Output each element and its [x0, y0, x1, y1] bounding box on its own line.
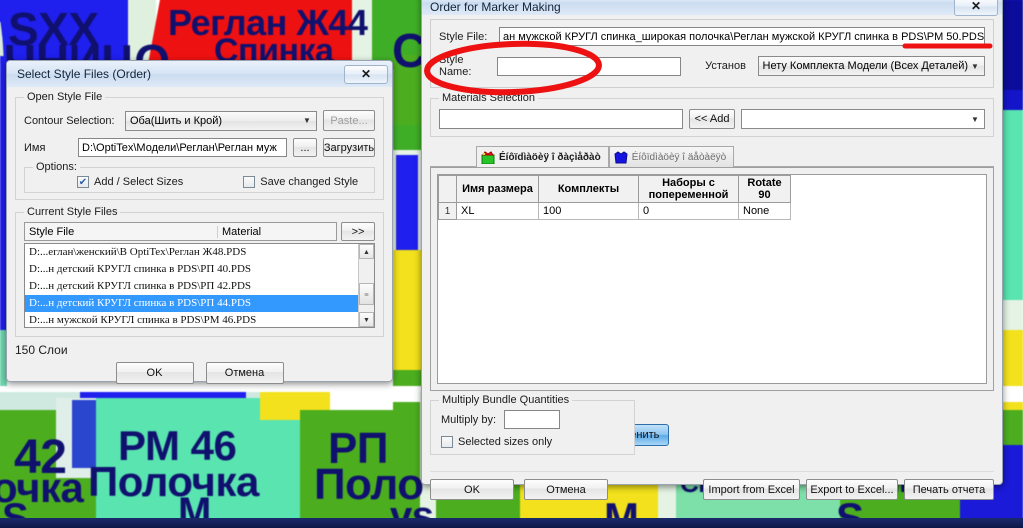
- open-style-file-caption: Open Style File: [24, 91, 106, 103]
- tab-parts-info-label: Éíôïdìàöèÿ î äåòàëÿò: [631, 151, 727, 163]
- chevron-down-icon: ▼: [971, 61, 979, 71]
- selected-sizes-only-checkbox[interactable]: Selected sizes only: [441, 436, 624, 448]
- column-material: Material: [222, 225, 262, 238]
- print-report-button[interactable]: Печать отчета: [904, 479, 994, 500]
- materials-selection-caption: Materials Selection: [439, 92, 538, 104]
- left-cancel-button[interactable]: Отмена: [205, 362, 284, 384]
- col-alternating: Наборы с попеременной: [638, 175, 739, 203]
- cell-alternating[interactable]: 0: [638, 202, 739, 220]
- left-dialog-titlebar[interactable]: Select Style Files (Order) ✕: [7, 61, 392, 87]
- current-style-files-group: Current Style Files Style File Material …: [15, 206, 384, 337]
- expand-button[interactable]: >>: [341, 222, 375, 241]
- save-changed-style-checkbox[interactable]: Save changed Style: [243, 176, 358, 188]
- parts-icon: [614, 150, 628, 164]
- load-button[interactable]: Загрузить: [323, 138, 375, 157]
- left-ok-button[interactable]: OK: [115, 362, 194, 384]
- right-cancel-button[interactable]: Отмена: [524, 479, 608, 500]
- list-item[interactable]: D:...н детский КРУГЛ спинка в PDS\РП 44.…: [25, 295, 374, 312]
- style-info-panel: Style File: ан мужской КРУГЛ спинка_широ…: [430, 19, 994, 88]
- close-icon[interactable]: ✕: [344, 64, 388, 84]
- options-group: Options: ✔ Add / Select Sizes Save chang…: [24, 161, 375, 193]
- open-style-file-group: Open Style File Contour Selection: Оба(Ш…: [15, 91, 384, 200]
- chevron-down-icon: ▼: [303, 116, 311, 125]
- import-from-excel-button[interactable]: Import from Excel: [703, 479, 800, 500]
- save-changed-style-label: Save changed Style: [260, 176, 359, 188]
- scroll-down-icon[interactable]: ▼: [359, 312, 374, 327]
- list-item[interactable]: D:...еглан\женский\B OptiTex\Реглан Ж48.…: [25, 244, 374, 261]
- tab-sizes-info-label: Éíôïdìàöèÿ î ðàçìåðàò: [499, 151, 601, 163]
- scroll-up-icon[interactable]: ▲: [359, 244, 374, 259]
- list-item[interactable]: D:...н мужской КРУГЛ спинка в PDS\РМ 46.…: [25, 312, 374, 327]
- style-name-label: Style Name:: [439, 54, 472, 78]
- add-select-sizes-label: Add / Select Sizes: [94, 176, 184, 188]
- style-name-input[interactable]: [497, 56, 682, 76]
- taskbar: [0, 518, 1023, 528]
- sizes-icon: [481, 150, 495, 164]
- tab-sizes-info[interactable]: Éíôïdìàöèÿ î ðàçìåðàò: [476, 146, 609, 167]
- style-path-input[interactable]: D:\OptiTex\Модели\Реглан\Реглан муж: [78, 138, 287, 157]
- sizes-grid[interactable]: Имя размера Комплекты Наборы с поперемен…: [437, 174, 987, 384]
- pattern-label: Полочка: [88, 458, 259, 505]
- browse-button[interactable]: ...: [293, 138, 317, 157]
- layers-count: 150 Слои: [15, 343, 68, 357]
- checkbox-unchecked-icon: [243, 176, 256, 188]
- style-files-listbox[interactable]: D:...еглан\женский\B OptiTex\Реглан Ж48.…: [24, 243, 375, 328]
- selected-sizes-only-label: Selected sizes only: [458, 436, 553, 448]
- list-item[interactable]: D:...н детский КРУГЛ спинка в PDS\РП 42.…: [25, 278, 374, 295]
- order-for-marker-making-dialog: Order for Marker Making ✕ Style File: ан…: [421, 0, 1003, 500]
- table-row[interactable]: 1 XL 100 0 None: [438, 202, 791, 220]
- add-select-sizes-checkbox[interactable]: ✔ Add / Select Sizes: [77, 176, 183, 188]
- contour-selection-label: Contour Selection:: [24, 114, 115, 127]
- tab-parts-info[interactable]: Éíôïdìàöèÿ î äåòàëÿò: [608, 146, 735, 167]
- contour-selection-combo[interactable]: Оба(Шить и Крой) ▼: [125, 110, 317, 131]
- column-style-file: Style File: [25, 225, 218, 238]
- left-dialog-title: Select Style Files (Order): [17, 67, 152, 81]
- cell-rotate90[interactable]: None: [738, 202, 791, 220]
- multiply-bundle-group: Multiply Bundle Quantities Multiply by: …: [430, 394, 635, 455]
- sizes-table: Имя размера Комплекты Наборы с поперемен…: [438, 175, 791, 220]
- cell-bundles[interactable]: 100: [538, 202, 639, 220]
- materials-combo[interactable]: ▼: [741, 109, 985, 129]
- multiply-bundle-caption: Multiply Bundle Quantities: [439, 394, 573, 406]
- model-set-combo[interactable]: Нету Комплекта Модели (Всех Деталей) ▼: [757, 56, 985, 76]
- model-set-value: Нету Комплекта Модели (Всех Деталей): [762, 60, 968, 72]
- right-dialog-titlebar[interactable]: Order for Marker Making ✕: [422, 0, 1002, 16]
- cell-rownum[interactable]: 1: [438, 202, 457, 220]
- table-header-row: Имя размера Комплекты Наборы с поперемен…: [438, 175, 791, 203]
- list-item[interactable]: D:...н детский КРУГЛ спинка в PDS\РП 40.…: [25, 261, 374, 278]
- col-size-name: Имя размера: [456, 175, 539, 203]
- multiply-by-label: Multiply by:: [441, 413, 497, 426]
- checkbox-checked-icon: ✔: [77, 176, 89, 188]
- style-file-label: Style File:: [439, 30, 488, 43]
- materials-input[interactable]: [439, 109, 683, 129]
- export-to-excel-button[interactable]: Export to Excel...: [806, 479, 898, 500]
- paste-button[interactable]: Paste...: [323, 110, 375, 131]
- listbox-scrollbar[interactable]: ▲ ≡ ▼: [358, 244, 374, 327]
- col-rownum: [438, 175, 457, 203]
- col-rotate90: Rotate 90: [738, 175, 791, 203]
- name-label: Имя: [24, 141, 46, 154]
- scrollbar-thumb[interactable]: ≡: [359, 283, 374, 305]
- chevron-down-icon: ▼: [971, 114, 979, 124]
- right-ok-button[interactable]: OK: [430, 479, 514, 500]
- checkbox-unchecked-icon: [441, 436, 453, 448]
- sizes-tab-panel: Имя размера Комплекты Наборы с поперемен…: [430, 167, 994, 391]
- materials-selection-group: Materials Selection << Add ▼: [430, 92, 994, 137]
- col-bundles: Комплекты: [538, 175, 639, 203]
- current-style-files-caption: Current Style Files: [24, 206, 121, 218]
- right-dialog-title: Order for Marker Making: [430, 0, 561, 14]
- cell-size-name[interactable]: XL: [456, 202, 539, 220]
- select-style-files-dialog: Select Style Files (Order) ✕ Open Style …: [6, 60, 393, 384]
- ustanov-label: Установ: [705, 60, 746, 72]
- close-icon[interactable]: ✕: [954, 0, 998, 16]
- tabstrip: Éíôïdìàöèÿ î ðàçìåðàò Éíôïdìàöèÿ î äåòàë…: [430, 145, 994, 167]
- multiply-by-input[interactable]: [504, 410, 561, 429]
- style-file-input[interactable]: ан мужской КРУГЛ спинка_широкая полочка\…: [499, 27, 985, 46]
- options-caption: Options:: [33, 161, 80, 173]
- add-material-button[interactable]: << Add: [689, 109, 735, 129]
- contour-selection-value: Оба(Шить и Крой): [130, 114, 223, 127]
